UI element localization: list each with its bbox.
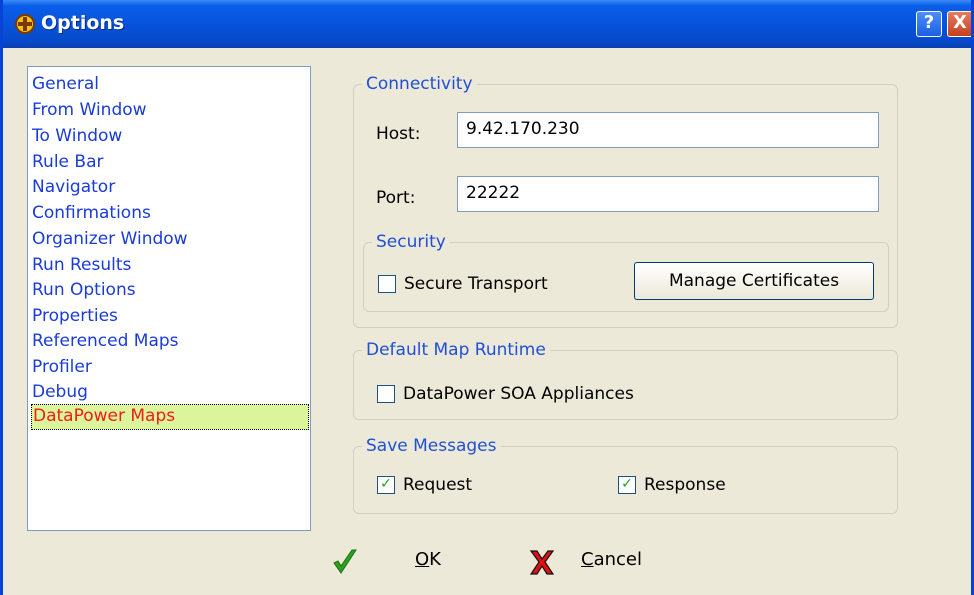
- options-dialog: Options ? X General From Window To Windo…: [0, 0, 974, 595]
- green-checkmark-icon[interactable]: [333, 548, 357, 576]
- list-item[interactable]: Referenced Maps: [31, 329, 180, 355]
- datapower-soa-label: DataPower SOA Appliances: [403, 384, 634, 404]
- port-input[interactable]: 22222: [457, 176, 879, 212]
- close-button[interactable]: X: [947, 11, 971, 37]
- list-item[interactable]: Debug: [31, 380, 89, 406]
- security-group: Security Secure Transport Manage Certifi…: [363, 231, 889, 312]
- ok-mnemonic: O: [415, 549, 430, 570]
- list-item[interactable]: Run Options: [31, 278, 137, 304]
- default-map-runtime-group: Default Map Runtime DataPower SOA Applia…: [353, 339, 898, 420]
- response-checkbox[interactable]: ✓: [618, 476, 636, 494]
- save-messages-group: Save Messages ✓ Request ✓ Response: [353, 435, 898, 514]
- close-icon: X: [953, 12, 967, 33]
- host-input[interactable]: 9.42.170.230: [457, 112, 879, 148]
- request-checkbox[interactable]: ✓: [377, 476, 395, 494]
- response-label: Response: [644, 475, 726, 495]
- options-app-icon: [15, 14, 35, 34]
- cancel-rest: ancel: [593, 549, 642, 570]
- list-item[interactable]: Profiler: [31, 355, 93, 381]
- list-item[interactable]: To Window: [31, 124, 123, 150]
- red-x-icon[interactable]: [529, 548, 555, 576]
- cancel-button[interactable]: Cancel: [581, 549, 642, 570]
- list-item[interactable]: Confirmations: [31, 201, 152, 227]
- list-item[interactable]: General: [31, 72, 100, 98]
- list-item[interactable]: Navigator: [31, 175, 116, 201]
- cancel-mnemonic: C: [581, 549, 594, 570]
- security-legend: Security: [372, 231, 450, 253]
- list-item[interactable]: Properties: [31, 304, 119, 330]
- list-item[interactable]: Rule Bar: [31, 150, 104, 176]
- list-item[interactable]: Run Results: [31, 253, 132, 279]
- list-item[interactable]: Organizer Window: [31, 227, 189, 253]
- ok-button[interactable]: OK: [415, 549, 441, 570]
- default-map-runtime-legend: Default Map Runtime: [362, 339, 550, 361]
- manage-certificates-button[interactable]: Manage Certificates: [634, 262, 874, 300]
- title-bar: Options ? X: [3, 0, 971, 48]
- list-item[interactable]: From Window: [31, 98, 148, 124]
- list-item-selected[interactable]: DataPower Maps: [31, 404, 309, 430]
- ok-rest: K: [429, 549, 441, 570]
- datapower-soa-checkbox[interactable]: [377, 385, 395, 403]
- connectivity-group: Connectivity Host: 9.42.170.230 Port: 22…: [353, 73, 898, 328]
- window-title: Options: [41, 12, 125, 34]
- help-button[interactable]: ?: [916, 11, 942, 37]
- port-label: Port:: [376, 188, 416, 208]
- save-messages-legend: Save Messages: [362, 435, 501, 457]
- connectivity-legend: Connectivity: [362, 73, 477, 95]
- secure-transport-checkbox[interactable]: [378, 275, 396, 293]
- host-label: Host:: [376, 124, 421, 144]
- request-label: Request: [403, 475, 473, 495]
- category-list[interactable]: General From Window To Window Rule Bar N…: [27, 66, 311, 531]
- secure-transport-label: Secure Transport: [404, 274, 548, 294]
- help-icon: ?: [923, 12, 935, 33]
